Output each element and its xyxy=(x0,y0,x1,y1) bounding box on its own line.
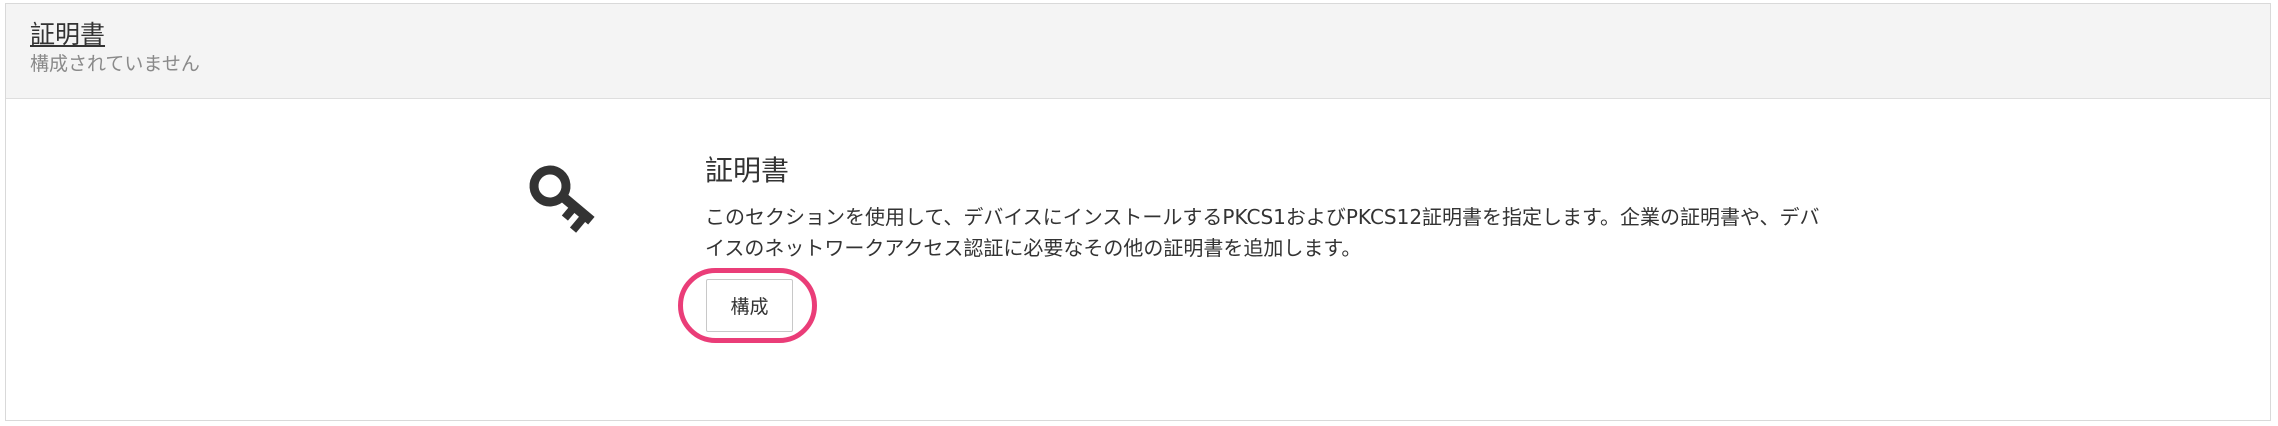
section-description: このセクションを使用して、デバイスにインストールするPKCS1およびPKCS12… xyxy=(705,205,1820,260)
section-title: 証明書 xyxy=(705,154,790,187)
configure-button[interactable]: 構成 xyxy=(706,279,793,332)
panel-header-status: 構成されていません xyxy=(30,53,200,75)
panel-header-title[interactable]: 証明書 xyxy=(30,20,105,50)
panel-header: 証明書 構成されていません xyxy=(6,4,2270,99)
certificates-panel: 証明書 構成されていません 証明書 このセクションを使用して、デバイスにインスト… xyxy=(5,3,2271,421)
key-icon xyxy=(526,160,606,240)
